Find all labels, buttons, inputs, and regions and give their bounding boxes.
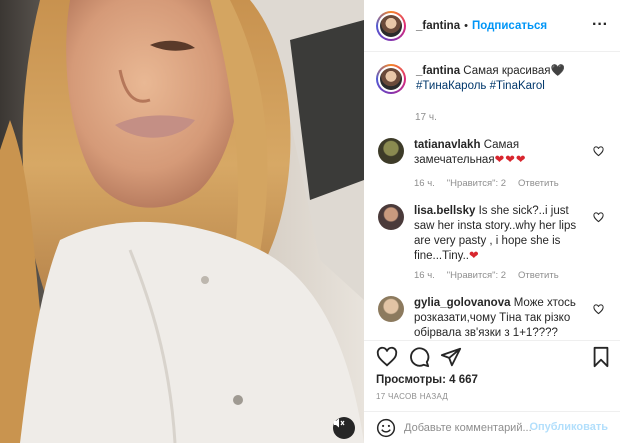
comment-like-heart-icon[interactable]: [593, 146, 604, 157]
divider: [364, 411, 620, 412]
more-options-icon[interactable]: ···: [592, 16, 608, 34]
hashtag-link-2[interactable]: #TinaKarol: [490, 80, 545, 92]
comment-avatar[interactable]: [378, 204, 404, 230]
caption-avatar[interactable]: [376, 64, 406, 94]
caption-username[interactable]: _fantina: [416, 65, 460, 77]
mute-icon: [334, 418, 345, 428]
avatar-image: [380, 14, 402, 37]
comment-avatar[interactable]: [378, 296, 404, 322]
header-username[interactable]: _fantina: [416, 20, 460, 32]
comment-meta: 16 ч. "Нравится": 2 Ответить: [414, 270, 559, 281]
comment-item: lisa.bellsky Is she sick?..i just saw he…: [376, 204, 608, 286]
comment-icon[interactable]: [408, 346, 430, 368]
comments-list[interactable]: tatianavlakh Самая замечательная❤❤❤ 16 ч…: [364, 128, 620, 340]
mute-button[interactable]: [333, 417, 355, 439]
comment-username[interactable]: gylia_golovanova: [414, 297, 511, 309]
post-photo: [0, 0, 364, 443]
caption-text: Самая красивая: [463, 65, 551, 77]
comment-text: tatianavlakh Самая замечательная❤❤❤: [414, 138, 592, 168]
action-bar: [376, 346, 612, 370]
comment-username[interactable]: tatianavlakh: [414, 139, 480, 151]
comment-item: tatianavlakh Самая замечательная❤❤❤ 16 ч…: [376, 138, 608, 198]
post-caption: _fantina Самая красивая🖤 #ТинаКароль #Ti…: [376, 64, 612, 94]
caption-emoji: 🖤: [550, 65, 565, 77]
post-media[interactable]: [0, 0, 364, 443]
views-count[interactable]: Просмотры: 4 667: [376, 374, 478, 386]
publish-button[interactable]: Опубликовать: [529, 421, 608, 433]
comment-text: gylia_golovanova Може хтось розказати,чо…: [414, 296, 592, 340]
reply-button[interactable]: Ответить: [518, 270, 559, 281]
header-separator: •: [464, 19, 468, 32]
comment-text: lisa.bellsky Is she sick?..i just saw he…: [414, 204, 592, 264]
caption-avatar-image: [380, 68, 402, 90]
post-panel: _fantina • Подписаться ··· _fantina Сама…: [364, 0, 620, 443]
comment-likes[interactable]: "Нравится": 2: [447, 270, 506, 281]
add-comment-form: Опубликовать: [376, 416, 612, 440]
comment-meta: 16 ч. "Нравится": 2 Ответить: [414, 178, 559, 189]
comment-username[interactable]: lisa.bellsky: [414, 205, 475, 217]
comment-avatar[interactable]: [378, 138, 404, 164]
bookmark-icon[interactable]: [590, 346, 612, 368]
reply-button[interactable]: Ответить: [518, 178, 559, 189]
comment-like-heart-icon[interactable]: [593, 212, 604, 223]
divider: [364, 340, 620, 341]
avatar[interactable]: [376, 10, 406, 41]
comment-time[interactable]: 16 ч.: [414, 178, 435, 189]
comment-like-heart-icon[interactable]: [593, 304, 604, 315]
comment-emoji: ❤❤❤: [494, 154, 527, 166]
post-timestamp[interactable]: 17 ЧАСОВ НАЗАД: [376, 392, 448, 401]
share-icon[interactable]: [440, 346, 462, 368]
heart-icon[interactable]: [376, 346, 398, 368]
emoji-icon[interactable]: [376, 418, 396, 438]
follow-button[interactable]: Подписаться: [472, 20, 547, 32]
caption-body: _fantina Самая красивая🖤 #ТинаКароль #Ti…: [416, 64, 565, 94]
hashtag-link-1[interactable]: #ТинаКароль: [416, 80, 486, 92]
comment-likes[interactable]: "Нравится": 2: [447, 178, 506, 189]
comment-item: gylia_golovanova Може хтось розказати,чо…: [376, 296, 608, 340]
comment-time[interactable]: 16 ч.: [414, 270, 435, 281]
comment-input[interactable]: [404, 422, 544, 434]
comment-emoji: ❤: [468, 250, 480, 262]
caption-time: 17 ч.: [415, 112, 437, 123]
post-header: _fantina • Подписаться ···: [364, 0, 620, 52]
